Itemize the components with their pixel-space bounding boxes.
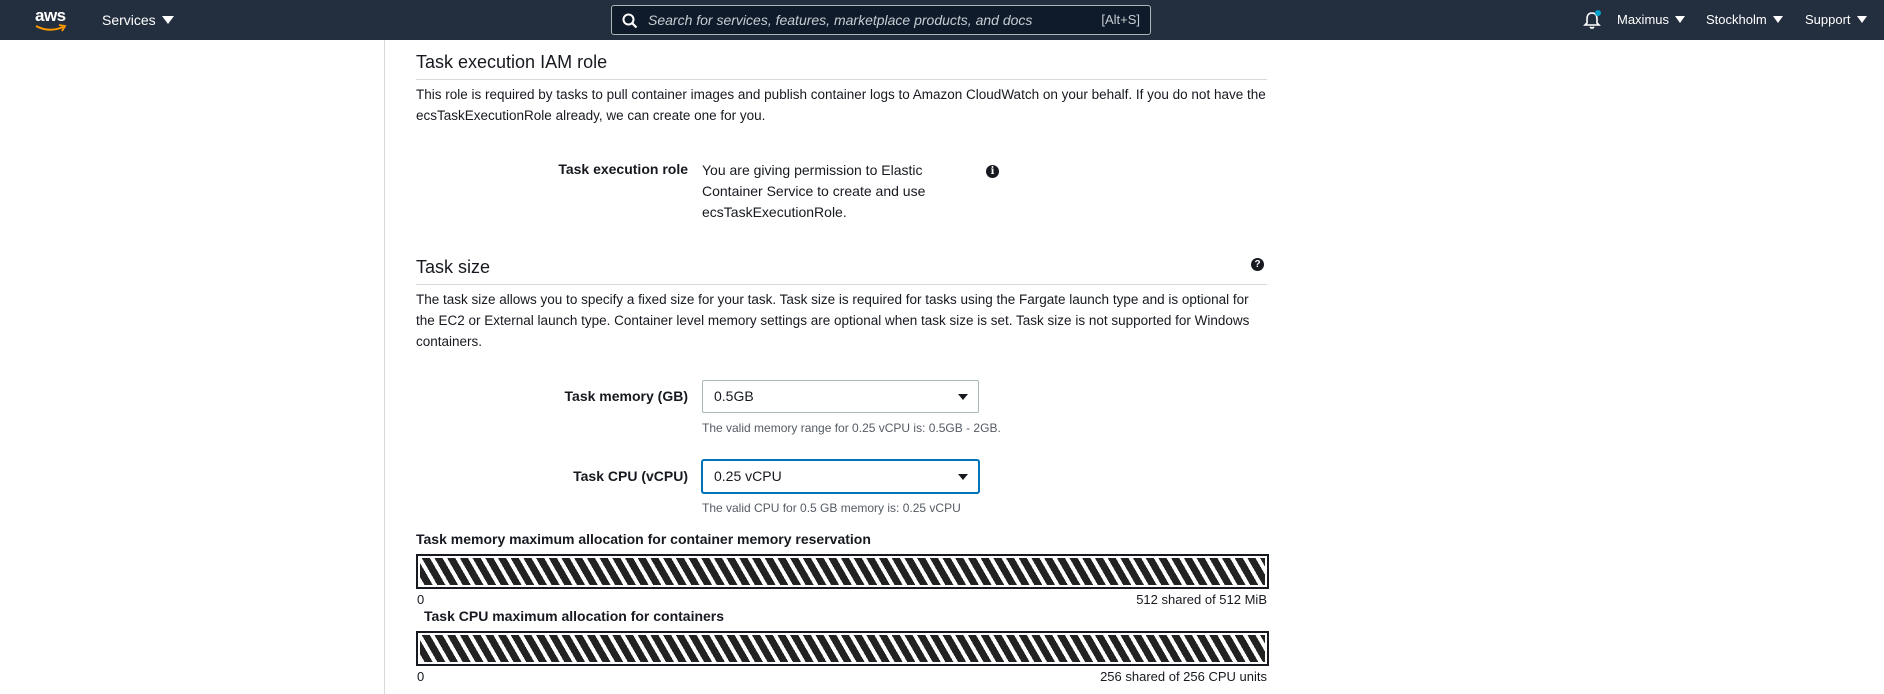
aws-logo-text: aws [35,6,66,25]
caret-down-icon [958,394,968,400]
help-icon[interactable]: ? [1251,258,1264,271]
task-size-title: Task size [416,257,491,277]
account-name: Maximus [1617,12,1670,27]
cpu-allocation-max: 256 shared of 256 CPU units [1100,669,1267,684]
region-name: Stockholm [1706,12,1767,27]
task-memory-value: 0.5GB [714,388,754,404]
task-cpu-label: Task CPU (vCPU) [573,468,688,484]
caret-down-icon [1856,16,1867,23]
memory-allocation-fill [420,558,1265,585]
task-memory-select[interactable]: 0.5GB [702,380,979,413]
search-bar[interactable]: [Alt+S] [611,5,1151,35]
top-nav: aws Services [Alt+S] Maximus Stockholm S… [0,0,1884,40]
task-cpu-value: 0.25 vCPU [714,468,782,484]
task-memory-hint: The valid memory range for 0.25 vCPU is:… [702,421,1001,435]
account-menu[interactable]: Maximus [1617,12,1686,27]
notifications-button[interactable] [1583,10,1601,30]
cpu-allocation-fill [420,635,1265,662]
task-memory-label: Task memory (GB) [564,388,688,404]
cpu-allocation-title: Task CPU maximum allocation for containe… [424,608,725,624]
caret-down-icon [1772,16,1783,23]
services-label: Services [102,12,156,28]
caret-down-icon [161,16,174,24]
info-icon[interactable]: i [986,165,999,178]
memory-allocation-min: 0 [417,592,425,607]
support-menu[interactable]: Support [1805,12,1867,27]
cpu-allocation-bar [416,631,1269,666]
aws-logo[interactable]: aws [35,7,69,33]
services-menu[interactable]: Services [102,12,174,28]
section-divider [416,79,1267,80]
search-shortcut: [Alt+S] [1101,12,1140,27]
task-cpu-hint: The valid CPU for 0.5 GB memory is: 0.25… [702,501,961,515]
iam-description: This role is required by tasks to pull c… [416,87,1266,123]
memory-allocation-bar [416,554,1269,589]
caret-down-icon [1675,16,1686,23]
notification-dot [1595,10,1601,16]
aws-smile-icon [35,24,67,32]
task-execution-role-text: You are giving permission to Elastic Con… [702,162,926,220]
caret-down-icon [958,474,968,480]
search-input[interactable] [648,9,1068,31]
task-execution-role-label: Task execution role [558,161,688,177]
iam-section-title: Task execution IAM role [416,52,608,72]
task-size-description: The task size allows you to specify a fi… [416,292,1250,349]
region-menu[interactable]: Stockholm [1706,12,1783,27]
section-divider [416,284,1267,285]
content-divider [384,40,385,694]
task-cpu-select[interactable]: 0.25 vCPU [702,460,979,493]
memory-allocation-max: 512 shared of 512 MiB [1136,592,1267,607]
cpu-allocation-min: 0 [417,669,425,684]
memory-allocation-title: Task memory maximum allocation for conta… [416,531,871,547]
search-icon [622,13,638,29]
support-label: Support [1805,12,1851,27]
